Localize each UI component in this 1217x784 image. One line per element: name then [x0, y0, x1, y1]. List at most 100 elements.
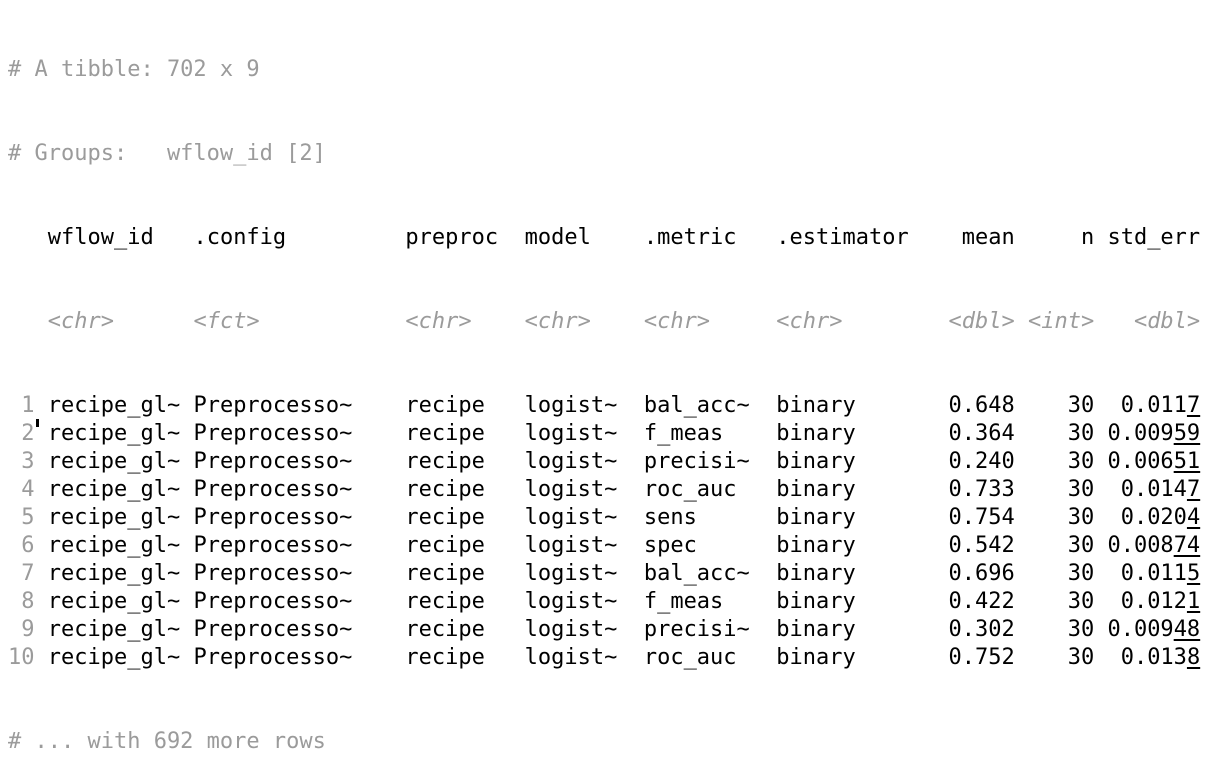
row-number: 10	[8, 645, 48, 670]
column-gap	[909, 533, 922, 558]
table-cell: logist~	[524, 449, 631, 474]
table-cell: sens	[643, 505, 764, 530]
column-gap	[392, 645, 405, 670]
column-gap	[392, 617, 405, 642]
table-cell: recipe_gl~	[47, 421, 181, 446]
std-err-value: 0.011	[1107, 393, 1187, 418]
table-cell: recipe_gl~	[47, 393, 181, 418]
column-gap	[1094, 561, 1107, 586]
std-err-value: 0.009	[1107, 617, 1174, 642]
column-gap	[1015, 617, 1028, 642]
column-gap	[1015, 645, 1028, 670]
column-header: .metric	[643, 225, 764, 250]
column-gap	[392, 393, 405, 418]
column-names-row: wflow_id .config preproc model .metric .…	[8, 224, 1200, 252]
table-cell: 0.364	[922, 421, 1015, 446]
std-err-value: 0.012	[1107, 589, 1187, 614]
column-gap	[392, 561, 405, 586]
column-gap	[1094, 505, 1107, 530]
table-cell: 0.542	[922, 533, 1015, 558]
column-gap	[631, 533, 644, 558]
column-type: <chr>	[405, 309, 512, 334]
column-type: <dbl>	[922, 309, 1015, 334]
column-gap	[631, 225, 644, 250]
column-gap	[511, 309, 524, 334]
column-gap	[1015, 589, 1028, 614]
column-type: <chr>	[47, 309, 181, 334]
row-number: 5	[8, 505, 48, 530]
table-cell: recipe_gl~	[47, 505, 181, 530]
column-gap	[763, 393, 776, 418]
column-gap	[392, 421, 405, 446]
column-gap	[631, 505, 644, 530]
column-gap	[631, 309, 644, 334]
column-gap	[763, 533, 776, 558]
std-err-significant-digits: 74	[1173, 533, 1201, 558]
table-cell: 0.696	[922, 561, 1015, 586]
table-cell: binary	[776, 505, 909, 530]
table-cell: logist~	[524, 505, 631, 530]
column-gap	[763, 225, 776, 250]
column-gap	[909, 645, 922, 670]
table-row: 6 recipe_gl~ Preprocesso~ recipe logist~…	[8, 532, 1200, 560]
column-type: <chr>	[643, 309, 764, 334]
row-number: 8	[8, 589, 48, 614]
table-cell: 30	[1027, 393, 1095, 418]
column-gap	[909, 421, 922, 446]
column-gap	[1094, 589, 1107, 614]
column-gap	[392, 309, 405, 334]
column-gap	[763, 449, 776, 474]
table-cell: 0.648	[922, 393, 1015, 418]
column-types-row: <chr> <fct> <chr> <chr> <chr> <chr> <dbl…	[8, 308, 1200, 336]
table-cell: Preprocesso~	[193, 393, 393, 418]
column-gap	[180, 225, 193, 250]
table-cell: 30	[1027, 449, 1095, 474]
std-err-value: 0.006	[1107, 449, 1174, 474]
table-cell: Preprocesso~	[193, 477, 393, 502]
column-gap	[1094, 449, 1107, 474]
column-gap	[511, 421, 524, 446]
column-gap	[909, 505, 922, 530]
table-cell: recipe_gl~	[47, 449, 181, 474]
std-err-significant-digits: 48	[1173, 617, 1201, 642]
column-gap	[511, 533, 524, 558]
std-err-significant-digits: 4	[1186, 505, 1201, 530]
std-err-value: 0.011	[1107, 561, 1187, 586]
table-cell: Preprocesso~	[193, 449, 393, 474]
column-gap	[763, 561, 776, 586]
table-cell: Preprocesso~	[193, 589, 393, 614]
table-cell: 0.422	[922, 589, 1015, 614]
table-cell: logist~	[524, 589, 631, 614]
table-cell: logist~	[524, 393, 631, 418]
table-cell: binary	[776, 393, 909, 418]
table-cell: recipe_gl~	[47, 561, 181, 586]
column-gap	[511, 225, 524, 250]
table-cell: 30	[1027, 505, 1095, 530]
table-cell: f_meas	[643, 589, 764, 614]
column-gap	[1015, 505, 1028, 530]
table-cell: recipe_gl~	[47, 589, 181, 614]
table-cell: logist~	[524, 421, 631, 446]
column-gap	[511, 393, 524, 418]
table-cell: f_meas	[643, 421, 764, 446]
table-cell: recipe	[405, 645, 512, 670]
column-gap	[180, 309, 193, 334]
column-header: wflow_id	[47, 225, 181, 250]
table-cell: precisi~	[643, 617, 764, 642]
table-cell: binary	[776, 645, 909, 670]
column-gap	[1015, 393, 1028, 418]
column-header: .estimator	[776, 225, 909, 250]
std-err-significant-digits: 51	[1173, 449, 1201, 474]
column-gap	[763, 477, 776, 502]
table-cell: recipe_gl~	[47, 645, 181, 670]
table-cell: 30	[1027, 533, 1095, 558]
column-header: mean	[922, 225, 1015, 250]
table-row: 7 recipe_gl~ Preprocesso~ recipe logist~…	[8, 560, 1200, 588]
column-gap	[909, 309, 922, 334]
column-gap	[1015, 309, 1028, 334]
table-cell: binary	[776, 533, 909, 558]
column-type: <fct>	[193, 309, 393, 334]
table-cell: roc_auc	[643, 645, 764, 670]
table-cell: binary	[776, 617, 909, 642]
table-cell: 0.754	[922, 505, 1015, 530]
